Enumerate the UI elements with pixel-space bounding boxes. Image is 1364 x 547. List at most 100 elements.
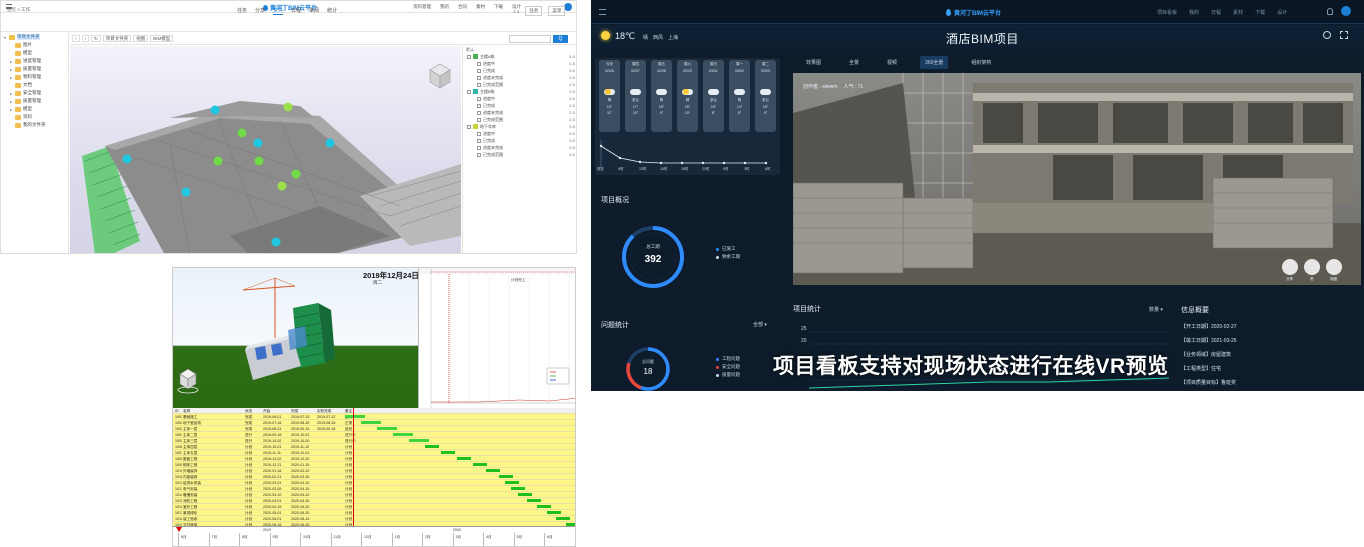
column-header[interactable]: ID — [175, 409, 179, 413]
gantt-bar[interactable] — [377, 427, 397, 430]
prop-row[interactable]: 已完成范围 0-5 — [463, 151, 576, 158]
favorite-button[interactable] — [1326, 259, 1342, 275]
like-button[interactable] — [1304, 259, 1320, 275]
gantt-bar[interactable] — [409, 439, 429, 442]
prop-row[interactable]: 已完成 2-5 — [463, 102, 576, 109]
checkbox[interactable] — [477, 103, 481, 108]
gear-icon[interactable] — [1323, 31, 1331, 39]
user-menu-item[interactable]: 资料管理 — [413, 4, 431, 10]
viewer-tab[interactable]: BIM模型 — [150, 35, 174, 42]
gantt-bar[interactable] — [505, 481, 519, 484]
top-menu-item[interactable]: 设计 — [1277, 9, 1287, 16]
column-header[interactable]: 状态 — [245, 409, 252, 414]
gantt-bar[interactable] — [473, 463, 487, 466]
checkbox[interactable] — [477, 117, 481, 122]
prop-row[interactable]: 进度未完成 0-5 — [463, 144, 576, 151]
top-menu-item[interactable]: 素材 — [1233, 9, 1243, 16]
checkbox[interactable] — [477, 145, 481, 150]
prop-row[interactable]: 已完成范围 2-5 — [463, 116, 576, 123]
gantt-bar[interactable] — [498, 475, 513, 478]
tab-2[interactable]: 文件 — [273, 7, 284, 15]
checkbox[interactable] — [477, 131, 481, 136]
gantt-bar[interactable] — [425, 445, 439, 448]
prop-row[interactable]: 进度未完成 2-5 — [463, 109, 576, 116]
tab-5[interactable]: 统计 — [327, 7, 337, 15]
tree-item[interactable]: ▸ 模型 — [1, 105, 68, 113]
fullscreen-icon[interactable] — [1340, 31, 1348, 39]
vr-panorama-view[interactable] — [793, 73, 1361, 285]
tab-1[interactable]: 分享 — [255, 7, 265, 15]
checkbox[interactable] — [467, 89, 471, 94]
search-button[interactable]: Q — [553, 35, 568, 43]
column-header[interactable]: 备注 — [345, 409, 352, 414]
gantt-bar[interactable] — [527, 499, 542, 502]
checkbox[interactable] — [477, 68, 481, 73]
tab-4[interactable]: 审阅 — [309, 7, 319, 15]
checkbox[interactable] — [477, 152, 481, 157]
checkbox[interactable] — [477, 82, 481, 87]
checkbox[interactable] — [467, 124, 471, 129]
prop-row[interactable]: 已完成范围 2-5 — [463, 81, 576, 88]
column-header[interactable]: 开始 — [263, 409, 270, 414]
toolbar-item[interactable]: 菜单 — [548, 6, 566, 16]
gantt-bar[interactable] — [457, 457, 471, 460]
prop-row[interactable]: 主楼B栋 2-5 — [463, 88, 576, 95]
top-menu-item[interactable]: 下载 — [1255, 9, 1265, 16]
top-menu-item[interactable]: 日程 — [1211, 9, 1221, 16]
caret-icon[interactable]: ▸ — [10, 59, 13, 64]
gantt-bar[interactable] — [546, 511, 561, 514]
user-menu-item[interactable]: 我的 — [440, 4, 449, 10]
bim-3d-viewport[interactable] — [70, 46, 461, 253]
checkbox[interactable] — [477, 61, 481, 66]
search-input[interactable] — [509, 35, 551, 43]
prop-row[interactable]: 进度中 2-5 — [463, 95, 576, 102]
top-menu-item[interactable]: 我的 — [1189, 9, 1199, 16]
gantt-bar[interactable] — [393, 433, 413, 436]
tree-item[interactable]: 资料 — [1, 113, 68, 121]
tree-item[interactable]: ▸ 质量管理 — [1, 97, 68, 105]
viewer-tab[interactable]: 项目文件夹 — [102, 35, 132, 42]
prop-row[interactable]: 地下车库 0-5 — [463, 123, 576, 130]
tree-item[interactable]: 文档 — [1, 81, 68, 89]
checkbox[interactable] — [477, 110, 481, 115]
caret-icon[interactable]: ▸ — [10, 107, 13, 112]
issues-filter[interactable]: 全部 ▾ — [753, 321, 767, 328]
gantt-bar[interactable] — [345, 415, 365, 418]
timeline-slider[interactable]: 2019 2020 6月 7月 8月 9月 10月 11月 12月 1月 2月 3月 4月 5月 6月 — [173, 526, 575, 546]
prop-row[interactable]: 进度中 0-5 — [463, 130, 576, 137]
share-button[interactable] — [1282, 259, 1298, 275]
dashboard-logo[interactable]: 黄河丁BIM云平台 — [946, 8, 1001, 17]
tree-item[interactable]: ▸ 质量管理 — [1, 65, 68, 73]
user-menu-item[interactable]: 合同 — [458, 4, 467, 10]
timeline-marker[interactable] — [176, 527, 182, 532]
tree-item[interactable]: ▸ 进度管理 — [1, 57, 68, 65]
user-menu-item[interactable]: 下载 — [494, 4, 503, 10]
gantt-bar[interactable] — [361, 421, 381, 424]
media-tab-1[interactable]: 全景 — [844, 56, 864, 69]
checkbox[interactable] — [477, 96, 481, 101]
user-menu-item[interactable]: 素材 — [476, 4, 485, 10]
checkbox[interactable] — [477, 138, 481, 143]
refresh-icon[interactable]: ↻ — [91, 35, 101, 42]
prop-row[interactable]: 进度未完成 2-5 — [463, 74, 576, 81]
toolbar-item[interactable]: 任务 — [525, 6, 543, 16]
caret-icon[interactable]: ▸ — [10, 91, 13, 96]
tree-item[interactable]: 模型 — [1, 49, 68, 57]
stats-filter[interactable]: 数量 ▾ — [1149, 306, 1163, 313]
forward-button[interactable]: › — [81, 35, 89, 42]
column-header[interactable]: 完成 — [291, 409, 298, 414]
caret-icon[interactable]: ▸ — [10, 75, 13, 80]
gantt-bar[interactable] — [511, 487, 526, 490]
breadcrumb[interactable]: 首页 > 工作 — [7, 7, 30, 13]
caret-icon[interactable]: ▸ — [10, 67, 13, 72]
prop-row[interactable]: 已完成 0-5 — [463, 137, 576, 144]
column-header[interactable]: 实际完成 — [317, 409, 331, 414]
media-tab-3[interactable]: 360全景 — [920, 56, 949, 69]
viewer-tab[interactable]: 视图 — [133, 35, 149, 42]
gantt-bar[interactable] — [537, 505, 551, 508]
media-tab-2[interactable]: 视频 — [882, 56, 902, 69]
construction-3d-scene[interactable] — [173, 268, 418, 408]
tree-item[interactable]: 我的文件夹 — [1, 121, 68, 129]
tree-item[interactable]: ▸ 物料管理 — [1, 73, 68, 81]
column-header[interactable]: 名称 — [183, 409, 190, 414]
